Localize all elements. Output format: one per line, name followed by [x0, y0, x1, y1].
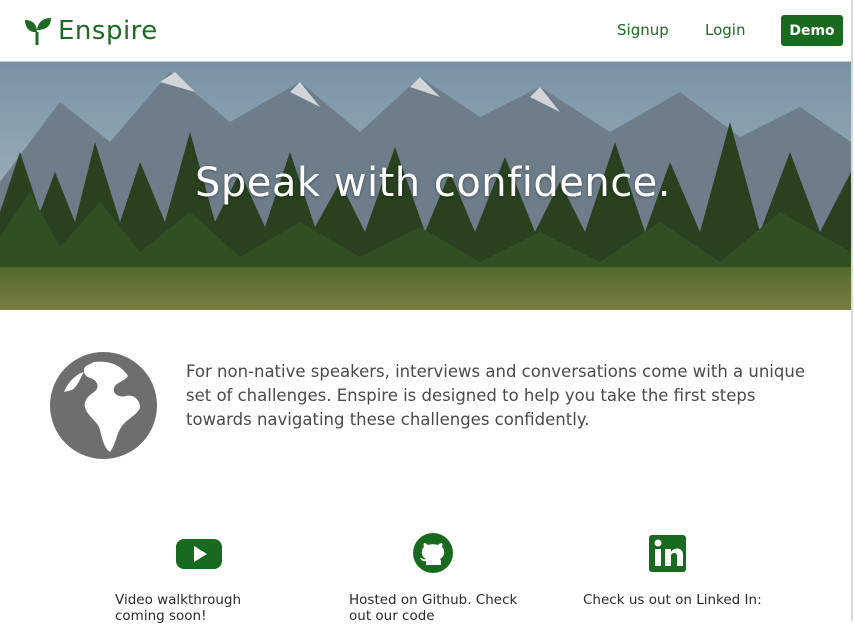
- intro-paragraph: For non-native speakers, interviews and …: [186, 362, 805, 429]
- video-walkthrough-text: Video walkthrough coming soon!: [115, 592, 242, 624]
- linkedin-icon[interactable]: [645, 533, 691, 573]
- sprout-icon: [25, 18, 51, 45]
- login-link[interactable]: Login: [705, 21, 745, 39]
- linkedin-text: Check us out on Linked In:: [583, 592, 762, 608]
- signup-link[interactable]: Signup: [617, 21, 669, 39]
- globe-icon: [50, 352, 157, 459]
- github-text: Hosted on Github. Check out our code: [349, 592, 518, 624]
- youtube-icon[interactable]: [176, 533, 222, 573]
- demo-button[interactable]: Demo: [781, 15, 843, 46]
- brand-logo[interactable]: Enspire: [24, 14, 158, 48]
- hero-banner: Speak with confidence.: [0, 62, 851, 310]
- hero-title: Speak with confidence.: [194, 160, 672, 206]
- github-icon[interactable]: [411, 533, 457, 573]
- brand-name: Enspire: [58, 16, 158, 46]
- page-edge-divider: [851, 0, 853, 621]
- top-nav-bar: Enspire Signup Login Demo: [0, 0, 851, 62]
